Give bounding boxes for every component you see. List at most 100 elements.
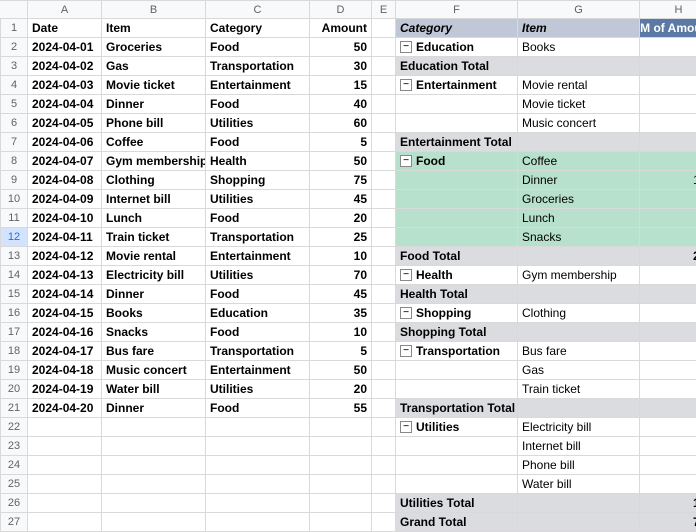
cell-D12[interactable]: 25 (310, 228, 372, 247)
cell-A6[interactable]: 2024-04-05 (28, 114, 102, 133)
cell-A25[interactable] (28, 475, 102, 494)
collapse-icon[interactable]: − (400, 421, 412, 433)
row-header-5[interactable]: 5 (0, 95, 28, 114)
cell-C9[interactable]: Shopping (206, 171, 310, 190)
cell-A24[interactable] (28, 456, 102, 475)
cell-B19[interactable]: Music concert (102, 361, 206, 380)
cell-E11[interactable] (372, 209, 396, 228)
pivot-category[interactable]: −Health (396, 266, 518, 285)
pivot-item[interactable]: Gas (518, 361, 640, 380)
cell-B26[interactable] (102, 494, 206, 513)
pivot-amount[interactable]: 45 (640, 437, 696, 456)
cell-C22[interactable] (206, 418, 310, 437)
row-header-22[interactable]: 22 (0, 418, 28, 437)
row-header-14[interactable]: 14 (0, 266, 28, 285)
cell-C19[interactable]: Entertainment (206, 361, 310, 380)
pivot-amount[interactable]: 10 (640, 76, 696, 95)
column-header-H[interactable]: H (640, 0, 696, 19)
pivot-header-amount[interactable]: SUM of Amount (640, 19, 696, 38)
column-header-D[interactable]: D (310, 0, 372, 19)
pivot-category[interactable]: −Entertainment (396, 76, 518, 95)
collapse-icon[interactable]: − (400, 155, 412, 167)
cell-B22[interactable] (102, 418, 206, 437)
cell-D10[interactable]: 45 (310, 190, 372, 209)
cell-C20[interactable]: Utilities (206, 380, 310, 399)
cell-C4[interactable]: Entertainment (206, 76, 310, 95)
pivot-grand-amount[interactable]: 715 (640, 513, 696, 532)
cell-D14[interactable]: 70 (310, 266, 372, 285)
cell-B20[interactable]: Water bill (102, 380, 206, 399)
pivot-item[interactable]: Dinner (518, 171, 640, 190)
cell-E24[interactable] (372, 456, 396, 475)
pivot-amount[interactable]: 5 (640, 152, 696, 171)
pivot-grand-blank[interactable] (518, 513, 640, 532)
row-header-26[interactable]: 26 (0, 494, 28, 513)
pivot-empty[interactable] (396, 95, 518, 114)
pivot-item[interactable]: Train ticket (518, 380, 640, 399)
cell-B10[interactable]: Internet bill (102, 190, 206, 209)
cell-E14[interactable] (372, 266, 396, 285)
pivot-total-amount[interactable]: 75 (640, 133, 696, 152)
spreadsheet-grid[interactable]: ABCDEFGH1DateItemCategoryAmountCategoryI… (0, 0, 696, 532)
cell-E1[interactable] (372, 19, 396, 38)
cell-B11[interactable]: Lunch (102, 209, 206, 228)
cell-B7[interactable]: Coffee (102, 133, 206, 152)
pivot-amount[interactable]: 10 (640, 228, 696, 247)
pivot-total-blank[interactable] (518, 285, 640, 304)
row-header-6[interactable]: 6 (0, 114, 28, 133)
cell-A9[interactable]: 2024-04-08 (28, 171, 102, 190)
cell-D23[interactable] (310, 437, 372, 456)
pivot-total-amount[interactable]: 35 (640, 57, 696, 76)
pivot-empty[interactable] (396, 171, 518, 190)
cell-A12[interactable]: 2024-04-11 (28, 228, 102, 247)
cell-C15[interactable]: Food (206, 285, 310, 304)
cell-B24[interactable] (102, 456, 206, 475)
cell-E21[interactable] (372, 399, 396, 418)
pivot-amount[interactable]: 30 (640, 361, 696, 380)
cell-D21[interactable]: 55 (310, 399, 372, 418)
cell-E23[interactable] (372, 437, 396, 456)
pivot-item[interactable]: Bus fare (518, 342, 640, 361)
column-header-F[interactable]: F (396, 0, 518, 19)
cell-B25[interactable] (102, 475, 206, 494)
cell-D13[interactable]: 10 (310, 247, 372, 266)
cell-E7[interactable] (372, 133, 396, 152)
cell-A26[interactable] (28, 494, 102, 513)
pivot-total-amount[interactable]: 75 (640, 323, 696, 342)
cell-C12[interactable]: Transportation (206, 228, 310, 247)
cell-B8[interactable]: Gym membership (102, 152, 206, 171)
pivot-total-label[interactable]: Health Total (396, 285, 518, 304)
pivot-item[interactable]: Clothing (518, 304, 640, 323)
row-header-19[interactable]: 19 (0, 361, 28, 380)
cell-C10[interactable]: Utilities (206, 190, 310, 209)
pivot-item[interactable]: Snacks (518, 228, 640, 247)
cell-C14[interactable]: Utilities (206, 266, 310, 285)
collapse-icon[interactable]: − (400, 269, 412, 281)
cell-E17[interactable] (372, 323, 396, 342)
cell-B5[interactable]: Dinner (102, 95, 206, 114)
pivot-total-label[interactable]: Entertainment Total (396, 133, 518, 152)
cell-B12[interactable]: Train ticket (102, 228, 206, 247)
cell-E20[interactable] (372, 380, 396, 399)
pivot-item[interactable]: Coffee (518, 152, 640, 171)
cell-A7[interactable]: 2024-04-06 (28, 133, 102, 152)
cell-D18[interactable]: 5 (310, 342, 372, 361)
cell-C27[interactable] (206, 513, 310, 532)
pivot-total-amount[interactable]: 50 (640, 285, 696, 304)
cell-C16[interactable]: Education (206, 304, 310, 323)
pivot-total-label[interactable]: Utilities Total (396, 494, 518, 513)
pivot-total-blank[interactable] (518, 57, 640, 76)
cell-A20[interactable]: 2024-04-19 (28, 380, 102, 399)
cell-C17[interactable]: Food (206, 323, 310, 342)
row-header-11[interactable]: 11 (0, 209, 28, 228)
row-header-9[interactable]: 9 (0, 171, 28, 190)
cell-C7[interactable]: Food (206, 133, 310, 152)
cell-B4[interactable]: Movie ticket (102, 76, 206, 95)
cell-B21[interactable]: Dinner (102, 399, 206, 418)
pivot-total-amount[interactable]: 225 (640, 247, 696, 266)
cell-E4[interactable] (372, 76, 396, 95)
cell-D17[interactable]: 10 (310, 323, 372, 342)
pivot-item[interactable]: Internet bill (518, 437, 640, 456)
cell-C26[interactable] (206, 494, 310, 513)
cell-A21[interactable]: 2024-04-20 (28, 399, 102, 418)
